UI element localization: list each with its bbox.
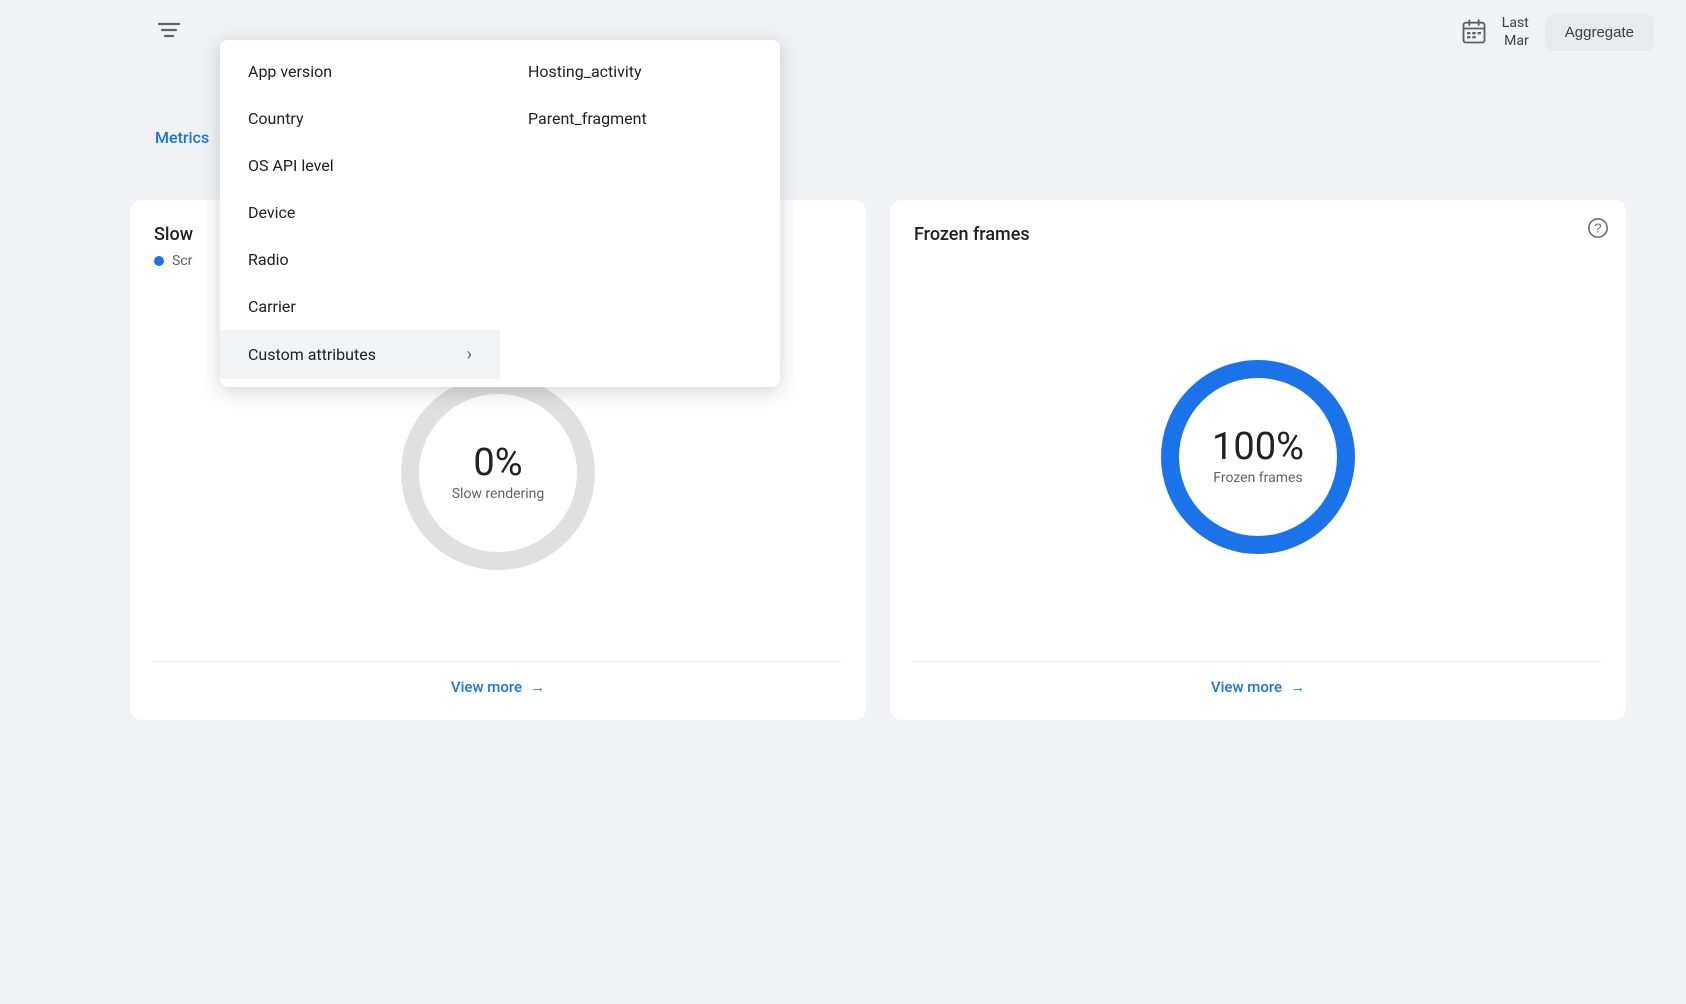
donut-slow: 0% Slow rendering <box>388 363 608 583</box>
date-month: Mar <box>1502 32 1529 50</box>
donut-percent-frozen: 100% <box>1212 428 1304 466</box>
calendar-icon <box>1454 12 1494 52</box>
dropdown-item-os-api-level[interactable]: OS API level <box>220 142 500 189</box>
filter-icon-wrap[interactable] <box>155 18 183 42</box>
donut-label-slow: Slow rendering <box>452 486 545 502</box>
dropdown-item-custom-attributes[interactable]: Custom attributes › <box>220 330 500 379</box>
arrow-right-icon-frozen: → <box>1290 678 1305 696</box>
donut-label-frozen: Frozen frames <box>1212 470 1304 486</box>
aggregate-button[interactable]: Aggregate <box>1545 14 1654 51</box>
donut-frozen: 100% Frozen frames <box>1148 347 1368 567</box>
dropdown-col-left: App version Country OS API level Device … <box>220 40 500 387</box>
card-title-frozen: Frozen frames <box>914 224 1602 245</box>
dropdown-item-app-version[interactable]: App version <box>220 48 500 95</box>
view-more-slow[interactable]: View more → <box>154 661 842 696</box>
dropdown-menu: App version Country OS API level Device … <box>220 40 780 387</box>
chevron-right-icon: › <box>467 344 472 365</box>
filter-icon <box>155 18 183 42</box>
dot-icon <box>154 256 164 266</box>
dropdown-item-country[interactable]: Country <box>220 95 500 142</box>
view-more-frozen[interactable]: View more → <box>914 661 1602 696</box>
arrow-right-icon: → <box>530 678 545 696</box>
dropdown-item-hosting-activity[interactable]: Hosting_activity <box>500 48 780 95</box>
metrics-label: Metrics <box>155 128 209 147</box>
chart-area-frozen: 100% Frozen frames <box>914 253 1602 661</box>
frozen-frames-card: ? Frozen frames 100% Frozen frames <box>890 200 1626 720</box>
dropdown-item-parent-fragment[interactable]: Parent_fragment <box>500 95 780 142</box>
date-range: Last Mar <box>1454 12 1529 52</box>
donut-percent-slow: 0% <box>452 444 545 482</box>
dropdown-item-carrier[interactable]: Carrier <box>220 283 500 330</box>
dropdown-item-radio[interactable]: Radio <box>220 236 500 283</box>
date-last: Last <box>1502 14 1529 32</box>
dropdown-item-device[interactable]: Device <box>220 189 500 236</box>
dropdown-col-right: Hosting_activity Parent_fragment <box>500 40 780 387</box>
